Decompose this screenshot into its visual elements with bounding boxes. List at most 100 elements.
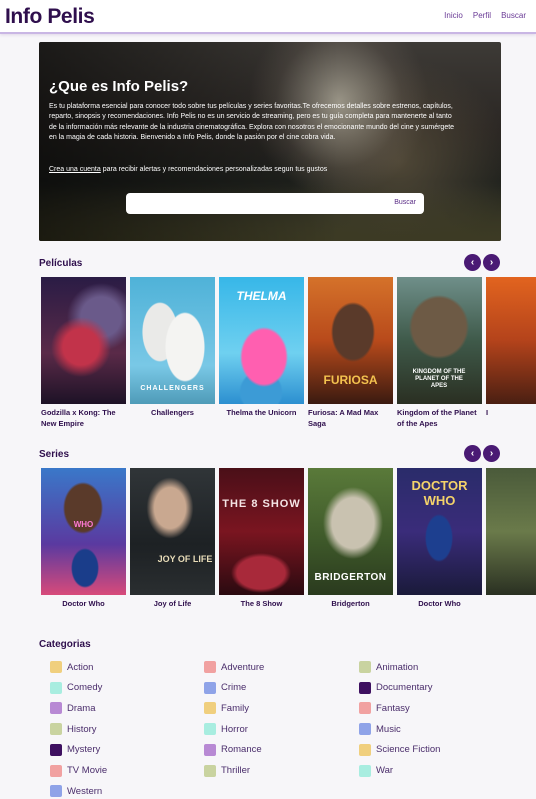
movie-poster[interactable] — [41, 277, 126, 404]
series-title[interactable]: Doctor Who — [397, 599, 482, 610]
category-item[interactable]: Family — [204, 702, 249, 715]
category-item[interactable]: Comedy — [50, 681, 102, 694]
category-item[interactable]: War — [359, 764, 393, 777]
nav-link-perfil[interactable]: Perfil — [473, 11, 491, 20]
category-label[interactable]: Action — [67, 662, 93, 673]
movie-poster-caption: CHALLENGERS — [140, 385, 205, 392]
hero-cta-text: Crea una cuenta para recibir alertas y r… — [49, 166, 327, 173]
hero-description: Es tu plataforma esencial para conocer t… — [49, 103, 455, 142]
series-poster-caption: WHO — [73, 520, 94, 529]
movie-poster[interactable] — [486, 277, 536, 404]
category-color-swatch — [359, 661, 371, 673]
search-input[interactable] — [132, 197, 372, 210]
category-label[interactable]: Mystery — [67, 744, 100, 755]
series-title[interactable]: Doctor Who — [41, 599, 126, 610]
nav-link-buscar[interactable]: Buscar — [501, 11, 526, 20]
category-color-swatch — [359, 743, 371, 756]
category-item[interactable]: Western — [50, 785, 102, 798]
category-label[interactable]: Crime — [221, 682, 246, 693]
movie-title[interactable]: Challengers — [130, 408, 215, 419]
category-label[interactable]: War — [376, 765, 393, 776]
category-item[interactable]: Crime — [204, 681, 246, 694]
series-poster-caption: JOY OF LIFE — [157, 554, 213, 564]
category-label[interactable]: Documentary — [376, 682, 433, 693]
create-account-link[interactable]: Crea una cuenta — [49, 166, 101, 173]
series-card[interactable]: WHO Doctor Who — [41, 468, 126, 610]
series-poster[interactable]: JOY OF LIFE — [130, 468, 215, 595]
movie-title[interactable]: I — [486, 408, 536, 419]
series-poster[interactable] — [486, 468, 536, 595]
movie-poster[interactable]: THELMA — [219, 277, 304, 404]
movie-card[interactable]: CHALLENGERS Challengers — [130, 277, 215, 419]
movie-poster[interactable]: KINGDOM OF THE PLANET OF THE APES — [397, 277, 482, 404]
category-label[interactable]: Music — [376, 724, 401, 735]
category-item[interactable]: Mystery — [50, 743, 100, 756]
nav-link-inicio[interactable]: Inicio — [444, 11, 463, 20]
movie-poster[interactable]: FURIOSA — [308, 277, 393, 404]
category-item[interactable]: Music — [359, 723, 401, 736]
movie-card[interactable]: FURIOSA Furiosa: A Mad Max Saga — [308, 277, 393, 429]
series-poster[interactable]: WHO — [41, 468, 126, 595]
category-item[interactable]: Romance — [204, 743, 262, 756]
movie-title[interactable]: Godzilla x Kong: The New Empire — [41, 408, 126, 429]
category-item[interactable]: TV Movie — [50, 764, 107, 777]
chevron-right-icon[interactable]: › — [483, 254, 500, 271]
category-item[interactable]: Fantasy — [359, 702, 410, 715]
category-label[interactable]: History — [67, 724, 97, 735]
chevron-left-icon[interactable]: ‹ — [464, 254, 481, 271]
category-label[interactable]: Science Fiction — [376, 744, 440, 755]
series-card[interactable]: DOCTOR WHO Doctor Who — [397, 468, 482, 610]
movie-card[interactable]: THELMA Thelma the Unicorn — [219, 277, 304, 419]
hero-title: ¿Que es Info Pelis? — [49, 78, 189, 95]
movie-card[interactable]: I — [486, 277, 536, 419]
category-color-swatch — [50, 743, 62, 756]
category-item[interactable]: Animation — [359, 661, 418, 673]
category-label[interactable]: Fantasy — [376, 703, 410, 714]
category-label[interactable]: Comedy — [67, 682, 102, 693]
category-item[interactable]: Action — [50, 661, 93, 673]
site-logo[interactable]: Info Pelis — [5, 5, 95, 29]
chevron-left-icon[interactable]: ‹ — [464, 445, 481, 462]
series-title[interactable]: The 8 Show — [219, 599, 304, 610]
category-label[interactable]: Thriller — [221, 765, 250, 776]
movie-card[interactable]: KINGDOM OF THE PLANET OF THE APES Kingdo… — [397, 277, 482, 429]
category-color-swatch — [50, 764, 62, 777]
category-item[interactable]: Adventure — [204, 661, 264, 673]
category-item[interactable]: Thriller — [204, 764, 250, 777]
series-title[interactable]: Bridgerton — [308, 599, 393, 610]
series-card[interactable]: BRIDGERTON Bridgerton — [308, 468, 393, 610]
top-navbar: Info Pelis Inicio Perfil Buscar — [0, 0, 536, 34]
category-label[interactable]: Horror — [221, 724, 248, 735]
category-label[interactable]: TV Movie — [67, 765, 107, 776]
category-color-swatch — [204, 764, 216, 777]
category-item[interactable]: Drama — [50, 702, 96, 715]
series-card[interactable]: THE 8 SHOW The 8 Show — [219, 468, 304, 610]
movie-poster[interactable]: CHALLENGERS — [130, 277, 215, 404]
movie-title[interactable]: Furiosa: A Mad Max Saga — [308, 408, 393, 429]
movie-title[interactable]: Kingdom of the Planet of the Apes — [397, 408, 482, 429]
series-title[interactable]: Joy of Life — [130, 599, 215, 610]
category-label[interactable]: Western — [67, 786, 102, 797]
series-poster[interactable]: BRIDGERTON — [308, 468, 393, 595]
movie-card[interactable]: Godzilla x Kong: The New Empire — [41, 277, 126, 429]
category-label[interactable]: Adventure — [221, 662, 264, 673]
category-item[interactable]: Documentary — [359, 681, 433, 694]
search-button[interactable]: Buscar — [394, 199, 416, 206]
series-card[interactable]: JOY OF LIFE Joy of Life — [130, 468, 215, 610]
category-label[interactable]: Romance — [221, 744, 262, 755]
movie-title[interactable]: Thelma the Unicorn — [219, 408, 304, 419]
category-item[interactable]: Science Fiction — [359, 743, 440, 756]
movie-poster-caption: THELMA — [236, 289, 287, 303]
series-poster[interactable]: THE 8 SHOW — [219, 468, 304, 595]
movies-section-title: Películas — [39, 258, 83, 269]
category-item[interactable]: Horror — [204, 723, 248, 736]
category-item[interactable]: History — [50, 723, 97, 736]
series-card-partial[interactable] — [486, 468, 536, 595]
movies-carousel-arrows: ‹ › — [464, 254, 500, 271]
chevron-right-icon[interactable]: › — [483, 445, 500, 462]
series-carousel-arrows: ‹ › — [464, 445, 500, 462]
category-label[interactable]: Drama — [67, 703, 96, 714]
series-poster[interactable]: DOCTOR WHO — [397, 468, 482, 595]
category-label[interactable]: Animation — [376, 662, 418, 673]
category-label[interactable]: Family — [221, 703, 249, 714]
